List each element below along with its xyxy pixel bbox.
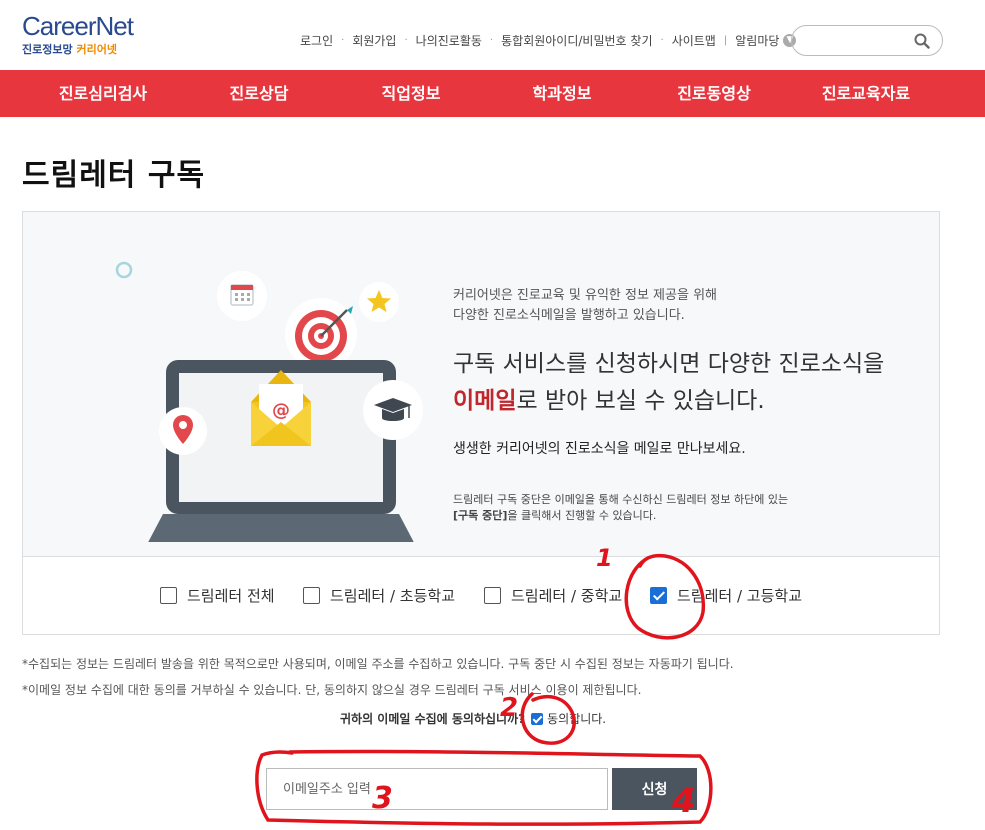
option-all[interactable]: 드림레터 전체 [160,585,275,606]
checkbox-elementary[interactable] [303,587,320,604]
logo-subtitle-right: 커리어넷 [76,43,117,56]
laptop-email-illustration: @ [115,261,423,542]
headline-line2-rest: 로 받아 보실 수 있습니다. [516,388,765,414]
intro-area: @ 커리어넷은 진로교육 및 유익한 정보 제공을 위해 다양한 진로소식메일을… [23,212,939,557]
nav-counseling[interactable]: 진로상담 [230,70,289,117]
note-line2: [구독 중단]을 클릭해서 진행할 수 있습니다. [453,508,788,524]
nav-major-info[interactable]: 학과정보 [533,70,592,117]
option-elementary[interactable]: 드림레터 / 초등학교 [303,585,455,606]
nav-job-info[interactable]: 직업정보 [382,70,441,117]
privacy-notice: *수집되는 정보는 드림레터 발송을 위한 목적으로만 사용되며, 이메일 주소… [22,657,734,671]
logo-subtitle: 진로정보망 커리어넷 [22,41,133,57]
nav-psych-test[interactable]: 진로심리검사 [59,70,147,117]
logo-brand: CareerNet [22,11,134,41]
svg-text:@: @ [272,400,290,421]
newsletter-options: 드림레터 전체 드림레터 / 초등학교 드림레터 / 중학교 드림레터 / 고등… [23,556,939,635]
consent-question: 귀하의 이메일 수집에 동의하십니까? [340,712,526,726]
careernet-logo[interactable]: CareerNet 진로정보망 커리어넷 [22,11,134,57]
intro-line: 커리어넷은 진로교육 및 유익한 정보 제공을 위해 [453,288,717,303]
top-links: 로그인 · 회원가입 · 나의진로활동 · 통합회원아이디/비밀번호 찾기 · … [300,32,797,49]
separator: · [404,35,408,46]
separator: | [723,35,728,46]
consent-checkbox[interactable] [531,712,544,725]
sitemap-link[interactable]: 사이트맵 [672,32,716,49]
note-line1: 드림레터 구독 중단은 이메일을 통해 수신하신 드림레터 정보 하단에 있는 [453,493,789,506]
intro-line: 다양한 진로소식메일을 발행하고 있습니다. [453,308,685,323]
unsubscribe-note: 드림레터 구독 중단은 이메일을 통해 수신하신 드림레터 정보 하단에 있는 … [453,492,788,524]
email-input[interactable] [266,768,608,810]
nav-edu-materials[interactable]: 진로교육자료 [822,70,910,117]
signup-link[interactable]: 회원가입 [352,32,396,49]
nav-career-video[interactable]: 진로동영상 [677,70,751,117]
separator: · [660,35,664,46]
subscription-panel: @ 커리어넷은 진로교육 및 유익한 정보 제공을 위해 다양한 진로소식메일을… [22,211,940,635]
consent-agree-label[interactable]: 동의합니다. [547,710,606,727]
checkbox-high[interactable] [650,587,667,604]
intro-text: 커리어넷은 진로교육 및 유익한 정보 제공을 위해 다양한 진로소식메일을 발… [453,286,717,326]
headline-line1: 구독 서비스를 신청하시면 다양한 진로소식을 [453,351,885,377]
headline: 구독 서비스를 신청하시면 다양한 진로소식을 이메일로 받아 보실 수 있습니… [453,346,884,420]
option-label: 드림레터 / 초등학교 [330,587,455,605]
headline-emphasis: 이메일 [453,388,517,414]
search-input[interactable] [804,32,918,52]
consent-row: 귀하의 이메일 수집에 동의하십니까? 동의합니다. [340,710,606,727]
option-middle[interactable]: 드림레터 / 중학교 [484,585,622,606]
option-label: 드림레터 전체 [187,587,275,605]
option-label: 드림레터 / 중학교 [511,587,623,605]
note-line2-rest: 을 클릭해서 진행할 수 있습니다. [507,509,657,522]
main-nav: 진로심리검사 진로상담 직업정보 학과정보 진로동영상 진로교육자료 [0,70,985,117]
login-link[interactable]: 로그인 [300,32,333,49]
find-account-link[interactable]: 통합회원아이디/비밀번호 찾기 [501,32,652,49]
subscribe-button[interactable]: 신청 [612,768,697,810]
search-box [791,25,943,56]
checkbox-all[interactable] [160,587,177,604]
my-career-link[interactable]: 나의진로활동 [416,32,482,49]
meet-text: 생생한 커리어넷의 진로소식을 메일로 만나보세요. [453,441,746,457]
logo-subtitle-left: 진로정보망 [22,43,73,56]
page-title: 드림레터 구독 [22,158,206,193]
checkbox-middle[interactable] [484,587,501,604]
search-icon[interactable] [914,33,930,49]
option-high[interactable]: 드림레터 / 고등학교 [650,585,802,606]
note-bold: [구독 중단] [453,509,508,522]
separator: · [489,35,494,46]
option-label: 드림레터 / 고등학교 [677,587,802,605]
headline-line2: 이메일로 받아 보실 수 있습니다. [453,383,884,420]
consent-notice: *이메일 정보 수집에 대한 동의를 거부하실 수 있습니다. 단, 동의하지 … [22,683,642,697]
notice-menu-link[interactable]: 알림마당 [735,32,779,49]
separator: · [341,35,345,46]
